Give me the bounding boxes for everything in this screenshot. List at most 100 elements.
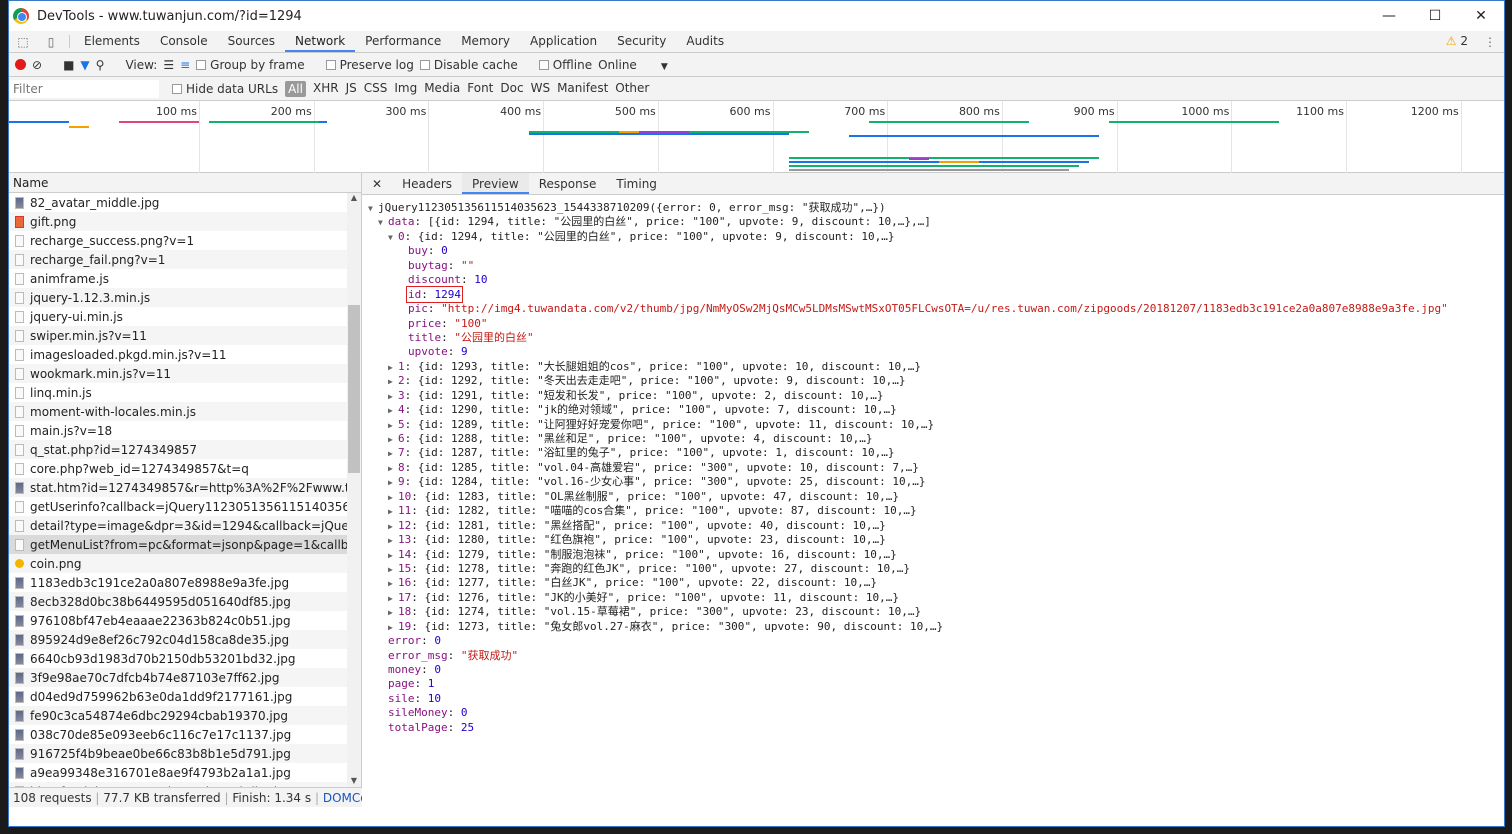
expand-triangle-icon[interactable]: ▶: [388, 433, 398, 447]
inspect-element-icon[interactable]: ⬚: [9, 31, 37, 52]
request-row[interactable]: 976108bf47eb4eaaae22363b824c0b51.jpg: [9, 611, 347, 630]
filter-type-manifest[interactable]: Manifest: [557, 81, 608, 97]
request-row[interactable]: d04ed9d759962b63e0da1dd9f2177161.jpg: [9, 687, 347, 706]
filter-type-ws[interactable]: WS: [531, 81, 550, 97]
name-column-header[interactable]: Name: [9, 173, 361, 193]
filter-type-img[interactable]: Img: [394, 81, 417, 97]
request-row[interactable]: 3f9e98ae70c7dfcb4b74e87103e7ff62.jpg: [9, 668, 347, 687]
tab-elements[interactable]: Elements: [74, 31, 150, 52]
expand-triangle-icon[interactable]: ▶: [388, 491, 398, 505]
tab-performance[interactable]: Performance: [355, 31, 451, 52]
request-list-scrollbar[interactable]: ▲ ▼: [347, 193, 361, 787]
preserve-log-checkbox[interactable]: Preserve log: [325, 58, 414, 72]
request-row[interactable]: recharge_fail.png?v=1: [9, 250, 347, 269]
expand-triangle-icon[interactable]: ▶: [388, 549, 398, 563]
more-options-icon[interactable]: ⋮: [1476, 31, 1504, 52]
close-detail-button[interactable]: ✕: [362, 173, 392, 194]
tab-memory[interactable]: Memory: [451, 31, 520, 52]
warnings-badge[interactable]: ⚠ 2: [1438, 31, 1476, 52]
tab-headers[interactable]: Headers: [392, 173, 462, 194]
expand-triangle-icon[interactable]: ▶: [388, 520, 398, 534]
filter-type-xhr[interactable]: XHR: [313, 81, 339, 97]
request-row[interactable]: wookmark.min.js?v=11: [9, 364, 347, 383]
expand-triangle-icon[interactable]: ▶: [388, 375, 398, 389]
expand-triangle-icon[interactable]: ▶: [388, 505, 398, 519]
expand-triangle-icon[interactable]: ▶: [388, 419, 398, 433]
expand-triangle-icon[interactable]: ▶: [388, 534, 398, 548]
expand-triangle-icon[interactable]: ▶: [388, 462, 398, 476]
expand-triangle-icon[interactable]: ▶: [388, 606, 398, 620]
expand-triangle-icon[interactable]: ▶: [388, 592, 398, 606]
request-row[interactable]: 895924d9e8ef26c792c04d158ca8de35.jpg: [9, 630, 347, 649]
expand-triangle-icon[interactable]: ▶: [388, 621, 398, 635]
request-row[interactable]: linq.min.js: [9, 383, 347, 402]
close-button[interactable]: ✕: [1458, 8, 1504, 24]
request-row[interactable]: a9ea99348e316701e8ae9f4793b2a1a1.jpg: [9, 763, 347, 782]
request-row[interactable]: 1183edb3c191ce2a0a807e8988e9a3fe.jpg: [9, 573, 347, 592]
request-row[interactable]: jquery-ui.min.js: [9, 307, 347, 326]
request-row[interactable]: recharge_success.png?v=1: [9, 231, 347, 250]
filter-type-all[interactable]: All: [285, 80, 306, 97]
expand-triangle-icon[interactable]: ▶: [388, 476, 398, 490]
expand-triangle-icon[interactable]: ▶: [388, 577, 398, 591]
collapse-triangle-icon[interactable]: ▼: [388, 231, 398, 245]
request-row[interactable]: coin.png: [9, 554, 347, 573]
filter-type-doc[interactable]: Doc: [500, 81, 523, 97]
minimize-button[interactable]: —: [1366, 8, 1412, 24]
request-row[interactable]: core.php?web_id=1274349857&t=q: [9, 459, 347, 478]
filter-type-other[interactable]: Other: [615, 81, 649, 97]
request-row[interactable]: getUserinfo?callback=jQuery1123051356115…: [9, 497, 347, 516]
expand-triangle-icon[interactable]: ▶: [388, 563, 398, 577]
collapse-triangle-icon[interactable]: ▼: [378, 216, 388, 230]
filter-type-css[interactable]: CSS: [364, 81, 388, 97]
tab-application[interactable]: Application: [520, 31, 607, 52]
collapse-triangle-icon[interactable]: ▼: [368, 202, 378, 216]
request-row[interactable]: main.js?v=18: [9, 421, 347, 440]
request-row[interactable]: detail?type=image&dpr=3&id=1294&callback…: [9, 516, 347, 535]
request-row[interactable]: imagesloaded.pkgd.min.js?v=11: [9, 345, 347, 364]
search-icon[interactable]: ⚲: [96, 58, 105, 72]
tab-console[interactable]: Console: [150, 31, 218, 52]
request-row[interactable]: stat.htm?id=1274349857&r=http%3A%2F%2Fww…: [9, 478, 347, 497]
maximize-button[interactable]: ☐: [1412, 8, 1458, 24]
request-row[interactable]: fe90c3ca54874e6dbc29294cbab19370.jpg: [9, 706, 347, 725]
clear-icon[interactable]: ⊘: [32, 58, 42, 72]
tab-security[interactable]: Security: [607, 31, 676, 52]
filter-icon[interactable]: ▼: [80, 58, 89, 72]
group-by-frame-checkbox[interactable]: Group by frame: [196, 58, 305, 72]
expand-triangle-icon[interactable]: ▶: [388, 390, 398, 404]
request-row[interactable]: animframe.js: [9, 269, 347, 288]
tab-network[interactable]: Network: [285, 31, 356, 52]
expand-triangle-icon[interactable]: ▶: [388, 361, 398, 375]
filter-input[interactable]: [9, 79, 159, 98]
request-row[interactable]: jquery-1.12.3.min.js: [9, 288, 347, 307]
filter-type-media[interactable]: Media: [424, 81, 460, 97]
filter-type-js[interactable]: JS: [346, 81, 357, 97]
request-row[interactable]: swiper.min.js?v=11: [9, 326, 347, 345]
tab-timing[interactable]: Timing: [606, 173, 667, 194]
filter-type-font[interactable]: Font: [467, 81, 493, 97]
record-button[interactable]: [15, 59, 26, 70]
waterfall-icon[interactable]: ≡: [180, 58, 190, 72]
tab-preview[interactable]: Preview: [462, 173, 529, 194]
request-row[interactable]: gift.png: [9, 212, 347, 231]
disable-cache-checkbox[interactable]: Disable cache: [419, 58, 518, 72]
expand-triangle-icon[interactable]: ▶: [388, 404, 398, 418]
request-row[interactable]: q_stat.php?id=1274349857: [9, 440, 347, 459]
throttling-select[interactable]: Online ▼: [598, 58, 668, 72]
hide-data-urls-checkbox[interactable]: Hide data URLs: [172, 82, 278, 96]
request-row[interactable]: 038c70de85e093eeb6c116c7e17c1137.jpg: [9, 725, 347, 744]
request-row[interactable]: getMenuList?from=pc&format=jsonp&page=1&…: [9, 535, 347, 554]
scrollbar-thumb[interactable]: [348, 305, 360, 473]
request-row[interactable]: 916725f4b9beae0be66c83b8b1e5d791.jpg: [9, 744, 347, 763]
tab-sources[interactable]: Sources: [218, 31, 285, 52]
large-rows-icon[interactable]: ☰: [163, 58, 174, 72]
network-overview-timeline[interactable]: 100 ms 200 ms 300 ms 400 ms 500 ms 600 ms 700 …: [9, 101, 1504, 173]
capture-screenshots-icon[interactable]: ■: [63, 58, 74, 72]
tab-audits[interactable]: Audits: [676, 31, 734, 52]
device-toolbar-icon[interactable]: ▯: [37, 31, 65, 52]
expand-triangle-icon[interactable]: ▶: [388, 447, 398, 461]
tab-response[interactable]: Response: [529, 173, 607, 194]
request-row[interactable]: 6640cb93d1983d70b2150db53201bd32.jpg: [9, 649, 347, 668]
request-row[interactable]: 8ecb328d0bc38b6449595d051640df85.jpg: [9, 592, 347, 611]
